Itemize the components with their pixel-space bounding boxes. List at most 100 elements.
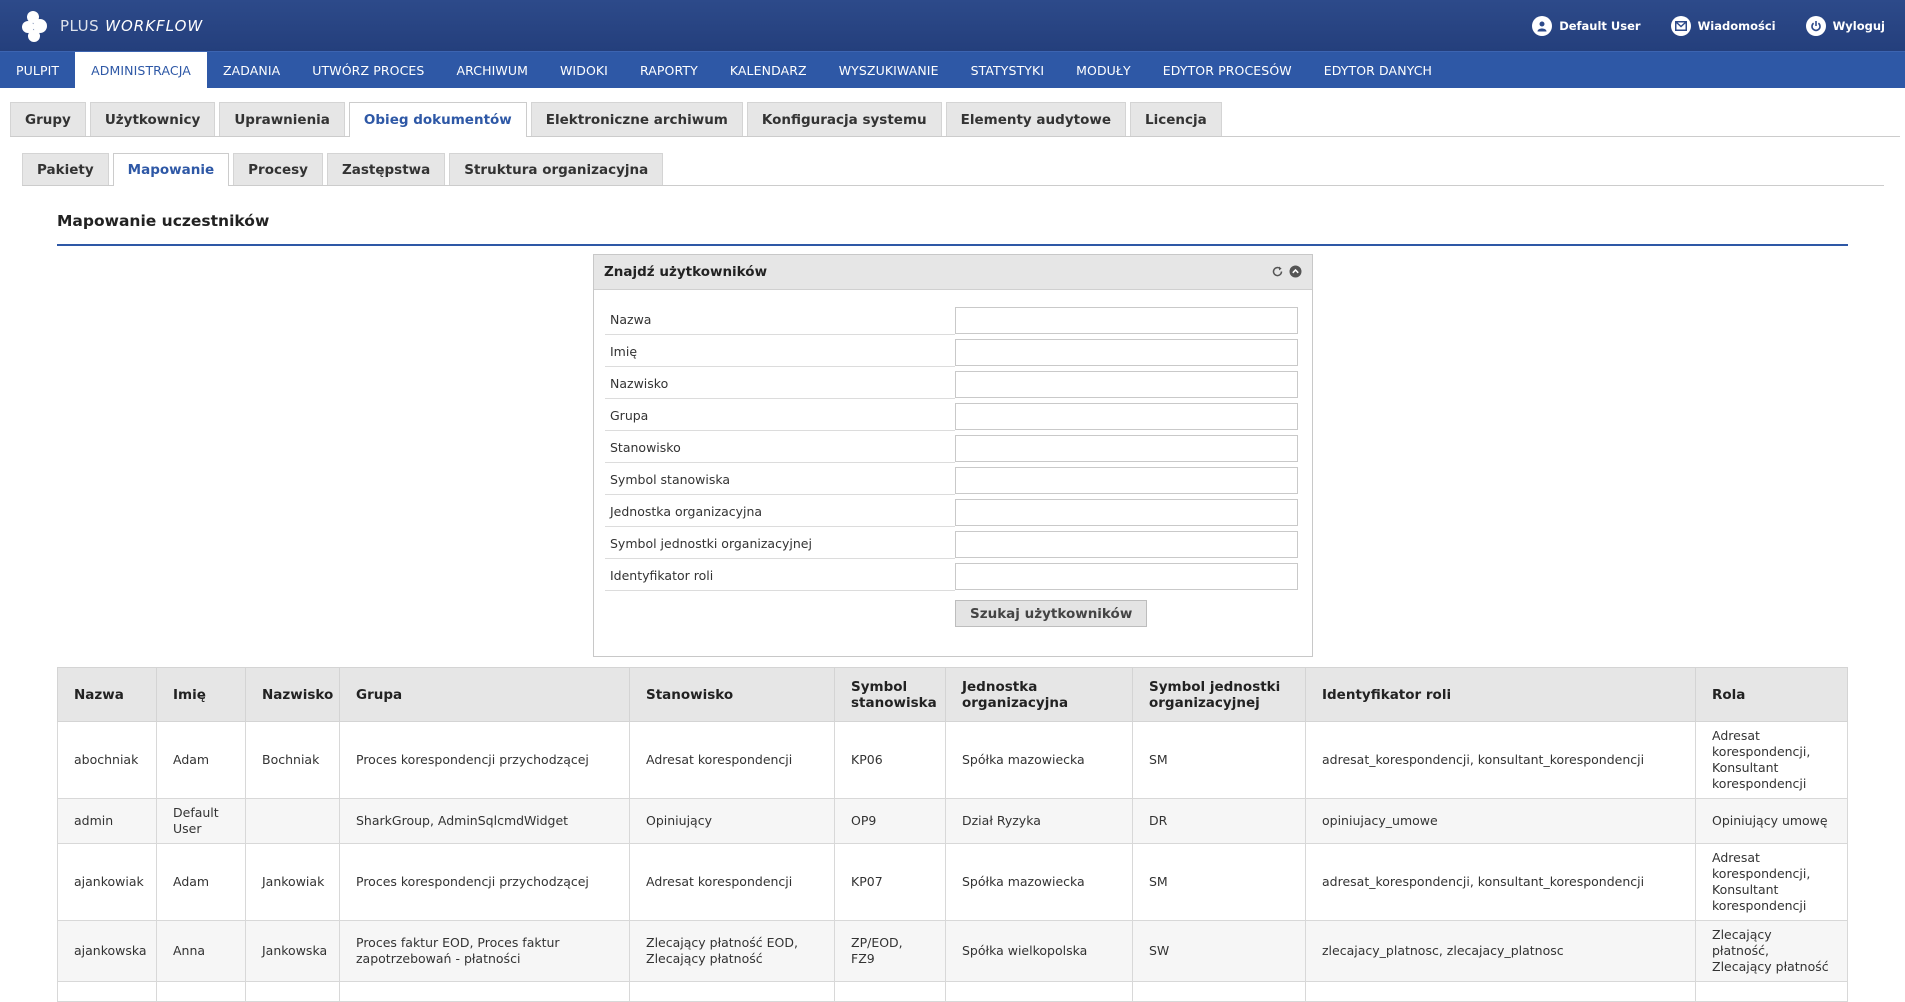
user-menu-link[interactable]: Default User	[1532, 15, 1641, 36]
table-cell: Adam	[156, 721, 246, 799]
nav-wyszukiwanie[interactable]: WYSZUKIWANIE	[823, 52, 955, 88]
tab-grupy[interactable]: Grupy	[10, 102, 86, 136]
imie-input[interactable]	[955, 338, 1298, 366]
table-cell: OP9	[834, 798, 946, 844]
table-cell: zlecajacy_platnosc, zlecajacy_platnosc	[1305, 920, 1696, 982]
column-header[interactable]: Imię	[156, 667, 246, 722]
column-header[interactable]: Stanowisko	[629, 667, 835, 722]
field-row-stanowisko: Stanowisko	[605, 432, 1301, 464]
nav-raporty[interactable]: RAPORTY	[624, 52, 714, 88]
grupa-input[interactable]	[955, 402, 1298, 430]
tab-mapowanie[interactable]: Mapowanie	[112, 153, 230, 186]
tab-pakiety[interactable]: Pakiety	[22, 153, 109, 185]
tab-procesy[interactable]: Procesy	[233, 153, 323, 185]
table-row[interactable]	[57, 981, 1848, 1002]
tab-licencja[interactable]: Licencja	[1129, 102, 1222, 136]
table-cell	[1695, 981, 1848, 1002]
nav-archiwum[interactable]: ARCHIWUM	[440, 52, 544, 88]
table-cell: Proces korespondencji przychodzącej	[339, 721, 630, 799]
logout-link[interactable]: Wyloguj	[1805, 15, 1885, 36]
table-cell: Proces korespondencji przychodzącej	[339, 843, 630, 921]
table-cell: Opiniujący	[629, 798, 835, 844]
field-label: Nazwisko	[605, 369, 955, 399]
table-header-row: Nazwa Imię Nazwisko Grupa Stanowisko Sym…	[57, 667, 1848, 722]
symbol-stanowiska-input[interactable]	[955, 466, 1298, 494]
table-cell: Adresat korespondencji	[629, 843, 835, 921]
table-cell	[57, 981, 157, 1002]
nav-moduly[interactable]: MODUŁY	[1060, 52, 1147, 88]
column-header[interactable]: Nazwa	[57, 667, 157, 722]
table-cell: ZP/EOD, FZ9	[834, 920, 946, 982]
collapse-icon[interactable]	[1289, 263, 1302, 282]
nav-edytor-procesow[interactable]: EDYTOR PROCESÓW	[1147, 52, 1308, 88]
field-label: Symbol jednostki organizacyjnej	[605, 529, 955, 559]
envelope-icon	[1670, 15, 1691, 36]
table-row[interactable]: ajankowiak Adam Jankowiak Proces korespo…	[57, 843, 1848, 921]
table-cell: Bochniak	[245, 721, 340, 799]
table-cell: DR	[1132, 798, 1306, 844]
field-label: Jednostka organizacyjna	[605, 497, 955, 527]
tab-zastepstwa[interactable]: Zastępstwa	[326, 153, 446, 185]
search-panel-header: Znajdź użytkowników	[594, 255, 1312, 290]
column-header[interactable]: Symbol stanowiska	[834, 667, 946, 722]
search-panel-title: Znajdź użytkowników	[604, 264, 768, 280]
table-cell	[945, 981, 1133, 1002]
messages-link[interactable]: Wiadomości	[1670, 15, 1776, 36]
field-row-symbol-jednostki: Symbol jednostki organizacyjnej	[605, 528, 1301, 560]
nav-kalendarz[interactable]: KALENDARZ	[714, 52, 823, 88]
table-cell: Jankowiak	[245, 843, 340, 921]
field-label: Symbol stanowiska	[605, 465, 955, 495]
table-cell	[834, 981, 946, 1002]
column-header[interactable]: Jednostka organizacyjna	[945, 667, 1133, 722]
tab-struktura-organizacyjna[interactable]: Struktura organizacyjna	[449, 153, 664, 185]
table-row[interactable]: admin Default User SharkGroup, AdminSqlc…	[57, 798, 1848, 844]
table-cell: admin	[57, 798, 157, 844]
jednostka-organizacyjna-input[interactable]	[955, 498, 1298, 526]
table-cell: Opiniujący umowę	[1695, 798, 1848, 844]
field-label: Imię	[605, 337, 955, 367]
search-form: Nazwa Imię Nazwisko Grupa Stanowisko Sym…	[594, 290, 1312, 627]
column-header[interactable]: Grupa	[339, 667, 630, 722]
table-row[interactable]: ajankowska Anna Jankowska Proces faktur …	[57, 920, 1848, 982]
nav-edytor-danych[interactable]: EDYTOR DANYCH	[1308, 52, 1448, 88]
table-cell: adresat_korespondencji, konsultant_kores…	[1305, 843, 1696, 921]
search-users-button[interactable]: Szukaj użytkowników	[955, 600, 1148, 627]
table-cell	[156, 981, 246, 1002]
app-logo[interactable]: PLUS WORKFLOW	[20, 9, 203, 43]
table-cell: Adam	[156, 843, 246, 921]
table-cell: ajankowska	[57, 920, 157, 982]
column-header[interactable]: Nazwisko	[245, 667, 340, 722]
table-cell: SW	[1132, 920, 1306, 982]
field-label: Identyfikator roli	[605, 561, 955, 591]
tab-uzytkownicy[interactable]: Użytkownicy	[89, 102, 216, 136]
nav-pulpit[interactable]: PULPIT	[0, 52, 75, 88]
search-button-wrap: Szukaj użytkowników	[605, 600, 1301, 627]
tab-obieg-dokumentow[interactable]: Obieg dokumentów	[348, 102, 527, 137]
logo-text-workflow: WORKFLOW	[105, 16, 204, 35]
nav-statystyki[interactable]: STATYSTYKI	[955, 52, 1061, 88]
nav-zadania[interactable]: ZADANIA	[207, 52, 296, 88]
nazwa-input[interactable]	[955, 306, 1298, 334]
tab-elementy-audytowe[interactable]: Elementy audytowe	[945, 102, 1126, 136]
column-header[interactable]: Rola	[1695, 667, 1848, 722]
nav-utworz-proces[interactable]: UTWÓRZ PROCES	[296, 52, 440, 88]
symbol-jednostki-input[interactable]	[955, 530, 1298, 558]
field-row-identyfikator-roli: Identyfikator roli	[605, 560, 1301, 592]
column-header[interactable]: Identyfikator roli	[1305, 667, 1696, 722]
table-cell	[1305, 981, 1696, 1002]
results-table: Nazwa Imię Nazwisko Grupa Stanowisko Sym…	[57, 667, 1848, 1002]
tab-uprawnienia[interactable]: Uprawnienia	[219, 102, 345, 136]
table-cell	[1132, 981, 1306, 1002]
identyfikator-roli-input[interactable]	[955, 562, 1298, 590]
power-icon	[1805, 15, 1826, 36]
column-header[interactable]: Symbol jednostki organizacyjnej	[1132, 667, 1306, 722]
nav-administracja[interactable]: ADMINISTRACJA	[75, 52, 207, 88]
refresh-icon[interactable]	[1271, 263, 1284, 282]
tab-elektroniczne-archiwum[interactable]: Elektroniczne archiwum	[530, 102, 743, 136]
table-row[interactable]: abochniak Adam Bochniak Proces korespond…	[57, 721, 1848, 799]
field-row-symbol-stanowiska: Symbol stanowiska	[605, 464, 1301, 496]
stanowisko-input[interactable]	[955, 434, 1298, 462]
nazwisko-input[interactable]	[955, 370, 1298, 398]
tab-konfiguracja-systemu[interactable]: Konfiguracja systemu	[746, 102, 942, 136]
nav-widoki[interactable]: WIDOKI	[544, 52, 624, 88]
